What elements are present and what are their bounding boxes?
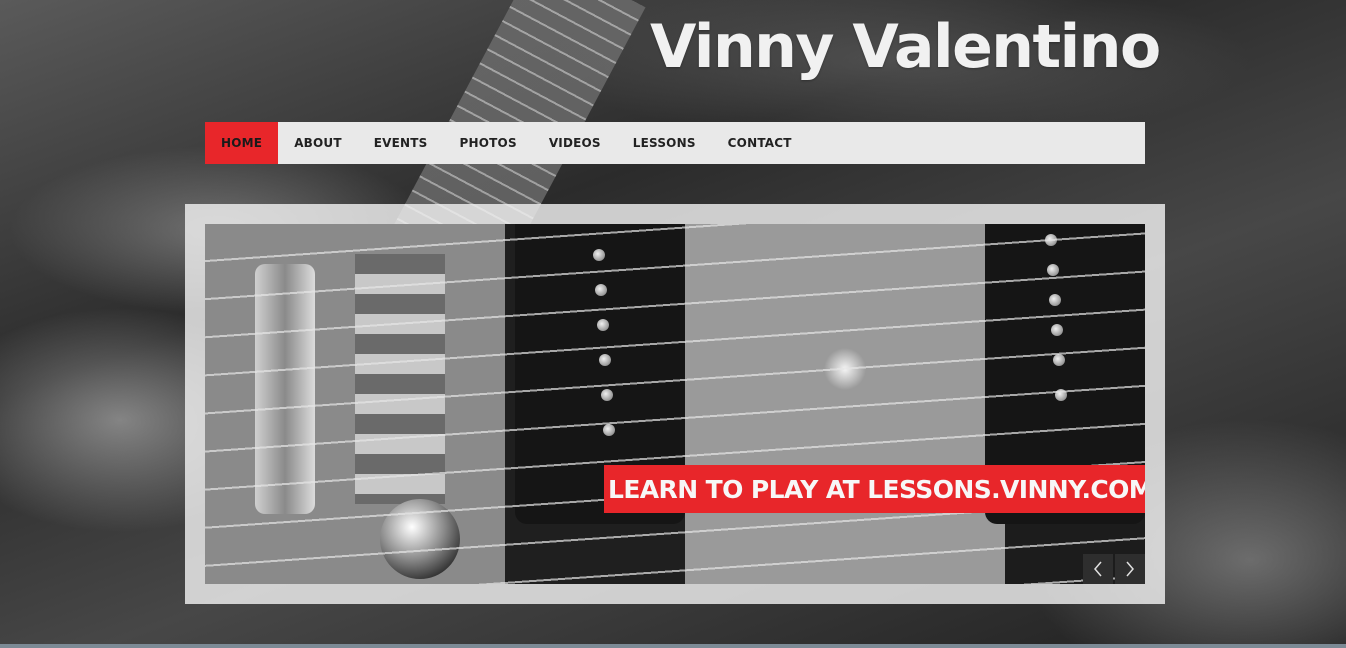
- chevron-left-icon: [1094, 561, 1102, 577]
- nav-item-about[interactable]: ABOUT: [278, 122, 358, 164]
- nav-item-events[interactable]: EVENTS: [358, 122, 444, 164]
- main-nav: HOME ABOUT EVENTS PHOTOS VIDEOS LESSONS …: [205, 122, 1145, 164]
- nav-item-home[interactable]: HOME: [205, 122, 279, 164]
- slider-next-button[interactable]: [1115, 554, 1145, 584]
- slide-image[interactable]: LEARN TO PLAY AT LESSONS.VINNY.COM: [205, 224, 1145, 584]
- nav-item-photos[interactable]: PHOTOS: [444, 122, 533, 164]
- slide-caption[interactable]: LEARN TO PLAY AT LESSONS.VINNY.COM: [604, 465, 1145, 513]
- guitar-strings: [205, 224, 1145, 584]
- site-title[interactable]: Vinny Valentino: [650, 12, 1161, 82]
- nav-item-lessons[interactable]: LESSONS: [617, 122, 712, 164]
- slider-prev-button[interactable]: [1083, 554, 1113, 584]
- chevron-right-icon: [1126, 561, 1134, 577]
- window-bottom-edge: [0, 644, 1346, 648]
- nav-item-videos[interactable]: VIDEOS: [533, 122, 617, 164]
- slider-frame: LEARN TO PLAY AT LESSONS.VINNY.COM: [185, 204, 1165, 604]
- nav-item-contact[interactable]: CONTACT: [712, 122, 808, 164]
